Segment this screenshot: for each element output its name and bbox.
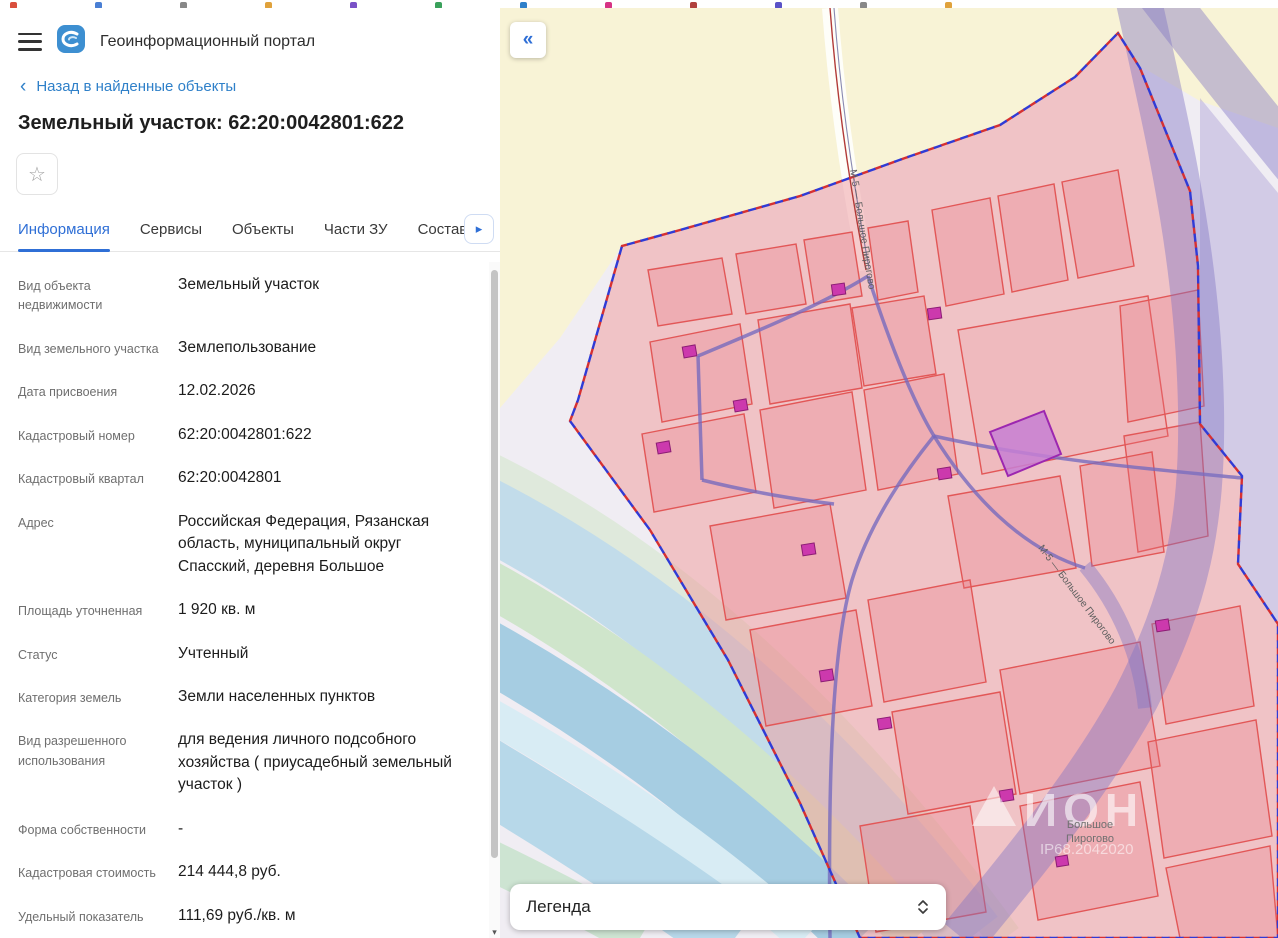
map-canvas[interactable]: ИОН IP68.2042020 М-5 — Большое Пирогово … <box>500 8 1278 938</box>
tab-information[interactable]: Информация <box>18 221 110 252</box>
back-link-label: Назад в найденные объекты <box>36 78 237 95</box>
app-title: Геоинформационный портал <box>100 32 316 50</box>
panel-header: Геоинформационный портал <box>0 8 500 69</box>
legend-toggle[interactable]: Легенда <box>510 884 946 930</box>
attribute-value: - <box>178 819 184 837</box>
panel-scrollbar[interactable]: ▾ <box>489 262 500 938</box>
attribute-label: Площадь уточненная <box>18 604 143 619</box>
back-chevron-icon: ‹ <box>20 76 27 97</box>
tab-services[interactable]: Сервисы <box>140 221 202 251</box>
attribute-row: Дата присвоения 12.02.2026 <box>18 380 474 402</box>
attribute-value: 111,69 руб./кв. м <box>178 906 296 924</box>
scrollbar-thumb[interactable] <box>491 270 498 858</box>
portal-logo-icon <box>56 24 86 59</box>
page-title: Земельный участок: 62:20:0042801:622 <box>18 112 404 134</box>
attribute-row: Вид земельного участка Землепользование <box>18 337 474 359</box>
favorite-button[interactable]: ☆ <box>16 153 58 195</box>
svg-text:Большое: Большое <box>1067 819 1113 831</box>
attribute-label: Форма собственности <box>18 822 146 837</box>
attribute-label: Категория земель <box>18 690 122 705</box>
attribute-value: Земельный участок <box>178 276 320 293</box>
scroll-down-icon[interactable]: ▾ <box>489 927 500 938</box>
attribute-value: Учтенный <box>178 644 249 662</box>
attribute-row: Адрес Российская Федерация, Рязанская об… <box>18 511 474 578</box>
attribute-row: Кадастровый квартал 62:20:0042801 <box>18 467 474 489</box>
attribute-row: Вид объекта недвижимости Земельный участ… <box>18 274 474 316</box>
attribute-row: Площадь уточненная 1 920 кв. м <box>18 599 474 621</box>
tabs-scroll-next-button[interactable]: ▸ <box>464 214 494 244</box>
star-icon: ☆ <box>28 163 46 186</box>
attribute-label: Адрес <box>18 515 54 530</box>
tab-composition[interactable]: Состав <box>418 221 468 251</box>
attribute-value: 1 920 кв. м <box>178 601 256 619</box>
attribute-row: Статус Учтенный <box>18 643 474 665</box>
tab-objects[interactable]: Объекты <box>232 221 294 251</box>
attribute-list: Вид объекта недвижимости Земельный участ… <box>0 252 500 927</box>
attribute-row: Кадастровый номер 62:20:0042801:622 <box>18 424 474 446</box>
legend-label: Легенда <box>526 897 591 916</box>
attribute-value: для ведения личного подсобного хозяйства… <box>178 731 452 794</box>
attribute-value: Земли населенных пунктов <box>178 687 376 705</box>
panel-collapse-button[interactable]: « <box>510 22 546 58</box>
expand-collapse-icon <box>916 897 930 917</box>
attribute-row: Удельный показатель 111,69 руб./кв. м <box>18 905 474 927</box>
attribute-value: Землепользование <box>178 338 317 356</box>
attribute-label: Статус <box>18 647 58 662</box>
attribute-label: Кадастровый квартал <box>18 472 144 487</box>
attribute-value: Российская Федерация, Рязанская область,… <box>178 512 430 575</box>
attribute-label: Дата присвоения <box>18 385 118 400</box>
attribute-value: 62:20:0042801:622 <box>178 425 312 443</box>
attribute-row: Вид разрешенного использования для веден… <box>18 729 474 796</box>
attribute-row: Форма собственности - <box>18 818 474 840</box>
tab-parts[interactable]: Части ЗУ <box>324 221 388 251</box>
attribute-label: Удельный показатель <box>18 909 144 924</box>
tab-bar: Информация Сервисы Объекты Части ЗУ Сост… <box>0 209 500 252</box>
back-link[interactable]: ‹ Назад в найденные объекты <box>0 69 500 102</box>
attribute-label: Вид разрешенного использования <box>18 734 127 768</box>
attribute-value: 12.02.2026 <box>178 382 256 400</box>
map-svg[interactable]: ИОН IP68.2042020 М-5 — Большое Пирогово … <box>500 8 1278 938</box>
attribute-label: Кадастровый номер <box>18 428 135 443</box>
menu-icon[interactable] <box>18 32 42 51</box>
chevron-right-icon: ▸ <box>475 221 483 236</box>
attribute-label: Кадастровая стоимость <box>18 866 156 881</box>
chevrons-left-icon: « <box>522 29 534 50</box>
attribute-value: 62:20:0042801 <box>178 469 282 487</box>
attribute-label: Вид земельного участка <box>18 341 159 356</box>
attribute-value: 214 444,8 руб. <box>178 863 281 881</box>
object-info-panel: Геоинформационный портал ‹ Назад в найде… <box>0 8 500 938</box>
attribute-row: Категория земель Земли населенных пункто… <box>18 686 474 708</box>
attribute-label: Вид объекта недвижимости <box>18 279 103 313</box>
svg-text:Пирогово: Пирогово <box>1066 833 1114 845</box>
attribute-row: Кадастровая стоимость 214 444,8 руб. <box>18 861 474 883</box>
